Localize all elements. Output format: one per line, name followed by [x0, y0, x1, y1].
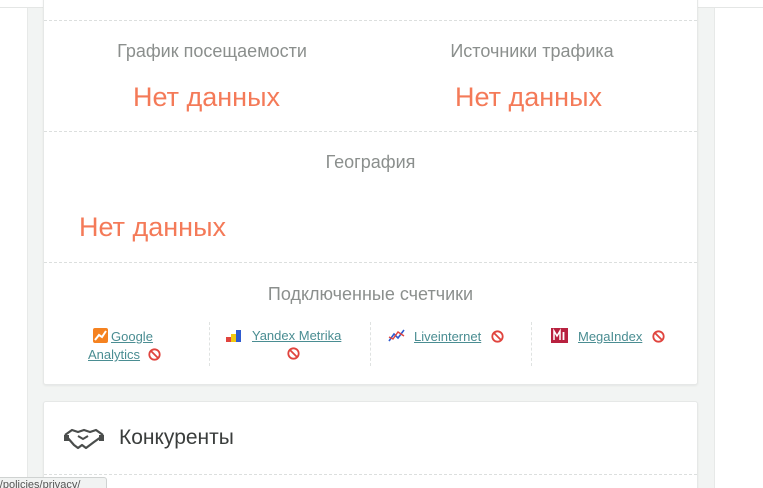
divider — [44, 262, 697, 263]
right-gutter-border — [714, 8, 715, 488]
counter-link-megaindex[interactable]: MegaIndex — [578, 329, 642, 344]
counter-link-google-line2[interactable]: Analytics — [88, 347, 140, 362]
counter-link-yandex[interactable]: Yandex Metrika — [252, 328, 341, 343]
geography-title: География — [325, 152, 416, 172]
megaindex-icon — [551, 328, 568, 347]
status-bar-url-text: ru/policies/privacy/ — [0, 479, 81, 488]
not-connected-icon — [287, 347, 300, 364]
counter-link-google[interactable]: Google — [111, 329, 153, 344]
divider — [44, 131, 697, 132]
right-gutter — [714, 8, 763, 488]
counters-title: Подключенные счетчики — [267, 284, 474, 304]
yandex-metrika-icon — [226, 330, 243, 346]
geography-no-data: Нет данных — [79, 212, 226, 242]
visits-chart-no-data: Нет данных — [133, 82, 280, 112]
status-bar-url: ru/policies/privacy/ — [0, 477, 107, 488]
traffic-sources-no-data: Нет данных — [455, 82, 602, 112]
left-gutter-border — [27, 8, 28, 488]
handshake-icon — [64, 427, 104, 456]
counter-separator — [370, 322, 371, 366]
left-gutter — [0, 8, 28, 488]
competitors-card: Конкуренты — [43, 401, 698, 488]
counter-yandex-metrika: Yandex Metrika — [226, 328, 366, 364]
not-connected-icon — [652, 330, 665, 347]
counter-separator — [209, 322, 210, 366]
competitors-title: Конкуренты — [119, 426, 234, 449]
counter-google-analytics: Google Analytics — [88, 328, 188, 365]
page: График посещаемости Нет данных Источники… — [0, 0, 763, 488]
not-connected-icon — [148, 348, 161, 365]
liveinternet-icon — [388, 328, 406, 347]
not-connected-icon — [491, 330, 504, 347]
visits-chart-title: График посещаемости — [117, 41, 307, 61]
counter-link-liveinternet[interactable]: Liveinternet — [414, 329, 481, 344]
counter-liveinternet: Liveinternet — [388, 328, 528, 347]
traffic-sources-title: Источники трафика — [450, 41, 614, 61]
divider — [44, 474, 697, 475]
counter-megaindex: MegaIndex — [551, 328, 691, 347]
counter-separator — [531, 322, 532, 366]
divider — [44, 20, 697, 21]
google-analytics-icon — [93, 328, 108, 347]
